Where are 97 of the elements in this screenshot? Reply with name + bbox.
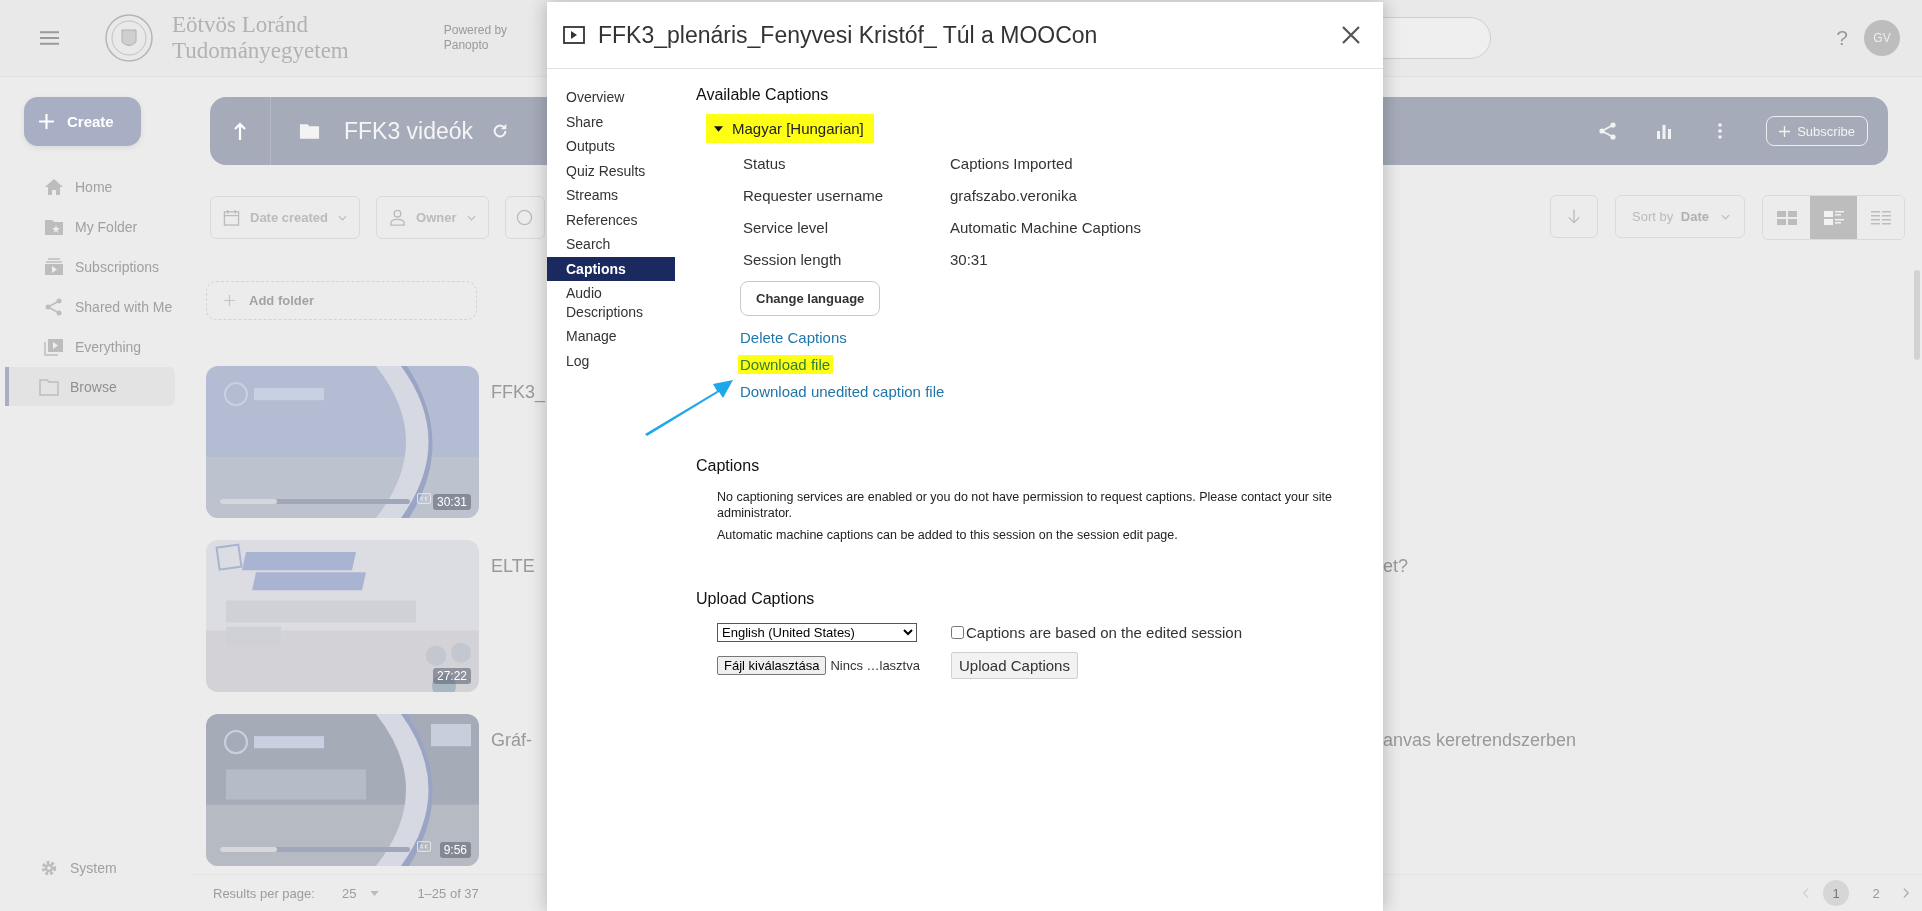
dialog-nav-item[interactable]: Log: [547, 348, 675, 373]
dialog-nav-item[interactable]: Search: [547, 232, 675, 257]
dialog-nav-item[interactable]: References: [547, 207, 675, 232]
dialog-nav-item[interactable]: Outputs: [547, 134, 675, 159]
sort-direction-button[interactable]: [1550, 195, 1598, 238]
calendar-icon: [223, 209, 240, 226]
detail-view-button[interactable]: [1810, 196, 1857, 239]
down-arrow-icon: [1567, 208, 1581, 225]
chevron-left-icon[interactable]: [1802, 887, 1809, 899]
session-title[interactable]: FFK3_: [491, 382, 547, 406]
filter-dropdown[interactable]: [504, 196, 545, 239]
folder-icon: [299, 122, 320, 140]
captions-note: Automatic machine captions can be added to this session on the session edit page.: [717, 527, 1179, 543]
folder-title: FFK3 videók: [344, 117, 474, 145]
change-language-button[interactable]: Change language: [740, 281, 881, 316]
help-button[interactable]: ?: [1836, 26, 1848, 50]
university-seal-icon: [104, 13, 154, 63]
section-heading: Available Captions: [696, 85, 830, 105]
list-icon: [1870, 210, 1891, 225]
sidebar-item[interactable]: Browse: [5, 367, 175, 406]
choose-file-button[interactable]: Fájl kiválasztása: [717, 656, 827, 675]
play-library-icon: [44, 337, 64, 356]
home-icon: [44, 177, 64, 196]
file-status: Nincs …lasztva: [830, 658, 920, 673]
dialog-nav-item[interactable]: Overview: [547, 85, 675, 110]
session-title[interactable]: ELTE: [491, 556, 547, 580]
detail-list-icon: [1823, 210, 1844, 225]
gear-icon: [39, 859, 59, 877]
menu-icon[interactable]: [40, 31, 59, 45]
system-item[interactable]: System: [39, 859, 117, 877]
section-heading: Captions: [696, 456, 761, 476]
per-page-dropdown[interactable]: 25: [341, 885, 357, 901]
results-per-page-label: Results per page:: [213, 885, 315, 901]
duration-label: 30:31: [432, 494, 471, 510]
caption-link[interactable]: Download file: [738, 355, 834, 374]
caption-language-toggle[interactable]: Magyar [Hungarian]: [706, 114, 874, 143]
sidebar-item[interactable]: Shared with Me: [5, 287, 180, 326]
caption-link[interactable]: Download unedited caption file: [740, 382, 948, 401]
detail-label: Session length: [743, 250, 843, 269]
page-button[interactable]: 2: [1863, 880, 1889, 906]
upload-captions-button[interactable]: Upload Captions: [951, 652, 1078, 679]
folder-star-icon: [44, 217, 64, 236]
plus-icon: [1779, 125, 1791, 137]
detail-label: Status: [743, 154, 787, 173]
share-icon[interactable]: [1598, 121, 1619, 141]
plus-icon: [38, 113, 55, 130]
folder-icon: [39, 377, 59, 396]
close-icon[interactable]: [1341, 25, 1361, 45]
dialog-nav-item[interactable]: Captions: [547, 256, 675, 281]
session-title[interactable]: et?: [1383, 556, 1409, 580]
scrollbar-thumb[interactable]: [1914, 270, 1920, 360]
detail-value: Automatic Machine Captions: [950, 218, 1142, 237]
session-title[interactable]: Gráf-: [491, 730, 547, 754]
person-icon: [389, 209, 407, 226]
stacked-play-icon: [44, 257, 64, 276]
page-button[interactable]: 1: [1823, 880, 1849, 906]
dialog-nav-item[interactable]: Quiz Results: [547, 158, 675, 183]
dialog-nav-item[interactable]: Audio Descriptions: [547, 281, 675, 324]
grid-icon: [1776, 210, 1797, 225]
language-select[interactable]: English (United States): [717, 623, 917, 642]
powered-by-text: Powered by: [443, 23, 508, 38]
detail-label: Requester username: [743, 186, 885, 205]
clock-icon: [515, 209, 533, 226]
detail-value: 30:31: [950, 250, 989, 269]
captions-note: No captioning services are enabled or you do not have permission to request captions. Please contact your site administrator.: [717, 489, 1333, 521]
duration-label: 27:22: [432, 668, 471, 684]
checkbox[interactable]: [951, 626, 964, 639]
dialog-nav-item[interactable]: Share: [547, 109, 675, 134]
plus-icon: [224, 295, 235, 306]
sidebar-item[interactable]: My Folder: [5, 207, 180, 246]
dialog-title: FFK3_plenáris_Fenyvesi Kristóf_ Túl a MOOCon: [598, 21, 1098, 49]
sidebar-item[interactable]: Everything: [5, 327, 180, 366]
sidebar-item[interactable]: Subscriptions: [5, 247, 180, 286]
subscribe-button[interactable]: Subscribe: [1766, 116, 1868, 146]
create-button[interactable]: Create: [24, 97, 141, 146]
sidebar-item[interactable]: Home: [5, 167, 180, 206]
chevron-down-icon: [1721, 213, 1730, 220]
chevron-right-icon[interactable]: [1903, 887, 1910, 899]
duration-label: 9:56: [439, 842, 471, 858]
detail-label: Service level: [743, 218, 830, 237]
results-range: 1–25 of 37: [417, 885, 479, 901]
session-title[interactable]: anvas keretrendszerben: [1383, 730, 1577, 754]
chevron-down-icon: [466, 214, 476, 221]
dropdown-triangle-icon[interactable]: [370, 890, 380, 896]
detail-value: grafszabo.veronika: [950, 186, 1078, 205]
share-icon: [44, 297, 64, 316]
add-folder-button[interactable]: Add folder: [206, 281, 477, 320]
powered-by-text: Panopto: [443, 38, 490, 53]
dialog-nav-item[interactable]: Manage: [547, 324, 675, 349]
section-heading: Upload Captions: [696, 589, 816, 609]
chevron-down-icon: [338, 214, 348, 221]
video-icon: [563, 26, 585, 44]
up-arrow-icon[interactable]: [233, 121, 247, 141]
detail-value: Captions Imported: [950, 154, 1074, 173]
caption-link[interactable]: Delete Captions: [740, 328, 850, 347]
dialog-nav-item[interactable]: Streams: [547, 183, 675, 208]
checkbox-label: Captions are based on the edited session: [966, 624, 1243, 641]
